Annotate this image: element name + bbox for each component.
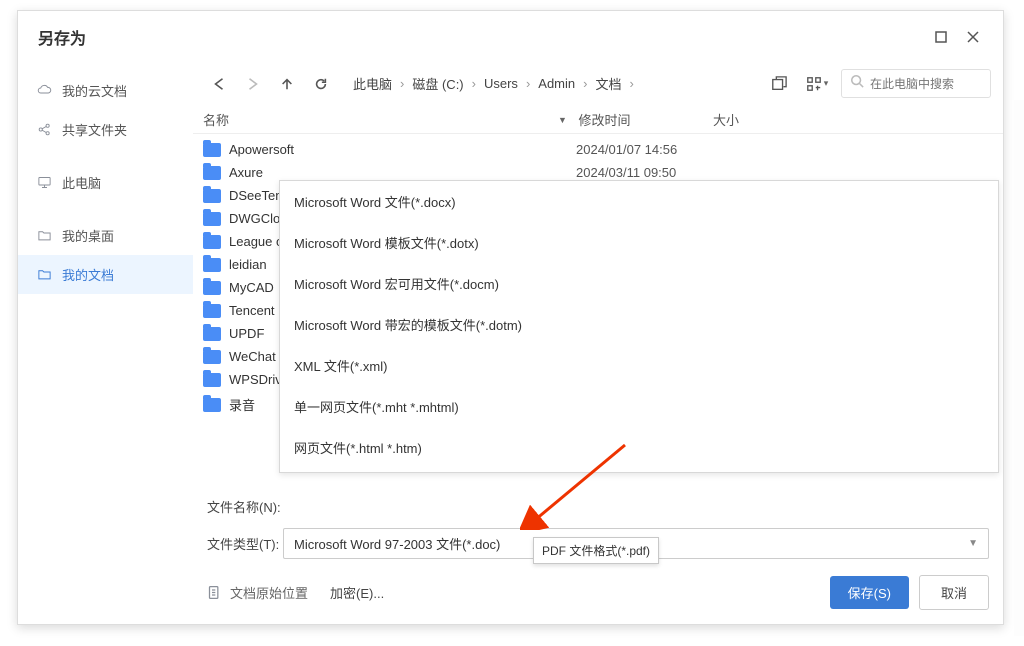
breadcrumb-part[interactable]: 文档 <box>591 72 625 95</box>
file-mtime: 2024/03/11 09:50 <box>576 165 731 180</box>
chevron-right-icon: › <box>583 76 587 91</box>
breadcrumb-part[interactable]: Users <box>480 74 522 93</box>
filetype-option[interactable]: 单一网页文件(*.mht *.mhtml) <box>280 386 998 427</box>
filetype-option[interactable]: Microsoft Word 宏可用文件(*.docm) <box>280 263 998 304</box>
filetype-select-value: Microsoft Word 97-2003 文件(*.doc) <box>294 534 500 553</box>
filetype-option[interactable]: Microsoft Word 文件(*.docx) <box>280 181 998 222</box>
filetype-tooltip: PDF 文件格式(*.pdf) <box>533 537 659 564</box>
search-input[interactable] <box>870 77 980 91</box>
sort-caret-icon: ▼ <box>558 115 567 125</box>
chevron-right-icon: › <box>472 76 476 91</box>
sidebar-item-label: 我的云文档 <box>62 81 127 100</box>
breadcrumb-part[interactable]: 磁盘 (C:) <box>408 72 467 95</box>
filetype-label: 文件类型(T): <box>207 534 283 553</box>
file-list: Apowersoft2024/01/07 14:56Axure2024/03/1… <box>193 134 1003 491</box>
folder-outline-icon <box>36 267 52 283</box>
folder-icon <box>203 143 221 157</box>
folder-icon <box>203 212 221 226</box>
view-mode-button[interactable]: ▾ <box>803 70 831 98</box>
folder-icon <box>203 166 221 180</box>
encrypt-button[interactable]: 加密(E)... <box>330 583 384 602</box>
search-box[interactable] <box>841 69 991 98</box>
file-name: Apowersoft <box>229 142 576 157</box>
share-icon <box>36 122 52 138</box>
sidebar-item-cloud-docs[interactable]: 我的云文档 <box>18 71 193 110</box>
filetype-option[interactable]: WPS加密文档格式(*.docx *.doc) <box>280 468 998 473</box>
nav-up-button[interactable] <box>273 70 301 98</box>
breadcrumb-part[interactable]: 此电脑 <box>349 72 396 95</box>
sidebar: 我的云文档 共享文件夹 此电脑 我的桌面 我的文档 <box>18 63 193 624</box>
folder-icon <box>203 189 221 203</box>
folder-icon <box>203 258 221 272</box>
filetype-option[interactable]: Microsoft Word 模板文件(*.dotx) <box>280 222 998 263</box>
chevron-right-icon: › <box>400 76 404 91</box>
sidebar-item-shared-folder[interactable]: 共享文件夹 <box>18 110 193 149</box>
nav-forward-button[interactable] <box>239 70 267 98</box>
folder-icon <box>203 327 221 341</box>
dialog-title: 另存为 <box>38 25 86 49</box>
filetype-option[interactable]: 网页文件(*.html *.htm) <box>280 427 998 468</box>
folder-outline-icon <box>36 228 52 244</box>
sidebar-item-label: 我的文档 <box>62 265 114 284</box>
chevron-down-icon: ▼ <box>968 538 978 549</box>
filename-row: 文件名称(N): <box>207 491 989 522</box>
folder-icon <box>203 373 221 387</box>
breadcrumb-part[interactable]: Admin <box>534 74 579 93</box>
sidebar-item-label: 共享文件夹 <box>62 120 127 139</box>
column-header-name[interactable]: 名称 <box>203 110 558 129</box>
column-header-size[interactable]: 大小 <box>713 110 813 129</box>
nav-refresh-button[interactable] <box>307 70 335 98</box>
original-location-button[interactable]: 文档原始位置 <box>207 583 308 602</box>
file-row[interactable]: Apowersoft2024/01/07 14:56 <box>203 138 993 161</box>
file-mtime: 2024/01/07 14:56 <box>576 142 731 157</box>
cancel-button[interactable]: 取消 <box>919 575 989 610</box>
sidebar-item-desktop[interactable]: 我的桌面 <box>18 216 193 255</box>
sidebar-item-this-pc[interactable]: 此电脑 <box>18 163 193 202</box>
breadcrumb[interactable]: 此电脑 › 磁盘 (C:) › Users › Admin › 文档 › <box>349 72 634 95</box>
file-name: Axure <box>229 165 576 180</box>
maximize-button[interactable] <box>925 23 957 51</box>
sidebar-item-label: 我的桌面 <box>62 226 114 245</box>
search-icon <box>850 74 864 93</box>
column-header-mtime[interactable]: ▼ 修改时间 <box>558 110 713 129</box>
chevron-right-icon: › <box>630 76 634 91</box>
close-button[interactable] <box>957 23 989 51</box>
column-headers: 名称 ▼ 修改时间 大小 <box>193 104 1003 134</box>
filetype-option[interactable]: XML 文件(*.xml) <box>280 345 998 386</box>
folder-icon <box>203 235 221 249</box>
filename-label: 文件名称(N): <box>207 497 283 516</box>
toolbar: 此电脑 › 磁盘 (C:) › Users › Admin › 文档 › ▾ <box>193 63 1003 104</box>
filetype-dropdown: Microsoft Word 文件(*.docx)Microsoft Word … <box>279 180 999 473</box>
sidebar-item-documents[interactable]: 我的文档 <box>18 255 193 294</box>
new-window-button[interactable] <box>765 70 793 98</box>
obscured-strip <box>1014 100 1024 636</box>
save-as-dialog: 另存为 我的云文档 共享文件夹 此电脑 <box>17 10 1004 625</box>
folder-icon <box>203 304 221 318</box>
folder-icon <box>203 398 221 412</box>
cloud-icon <box>36 83 52 99</box>
save-button[interactable]: 保存(S) <box>830 576 909 609</box>
chevron-right-icon: › <box>526 76 530 91</box>
nav-back-button[interactable] <box>205 70 233 98</box>
sidebar-item-label: 此电脑 <box>62 173 101 192</box>
monitor-icon <box>36 175 52 191</box>
folder-icon <box>203 281 221 295</box>
titlebar: 另存为 <box>18 11 1003 63</box>
folder-icon <box>203 350 221 364</box>
filetype-option[interactable]: Microsoft Word 带宏的模板文件(*.dotm) <box>280 304 998 345</box>
